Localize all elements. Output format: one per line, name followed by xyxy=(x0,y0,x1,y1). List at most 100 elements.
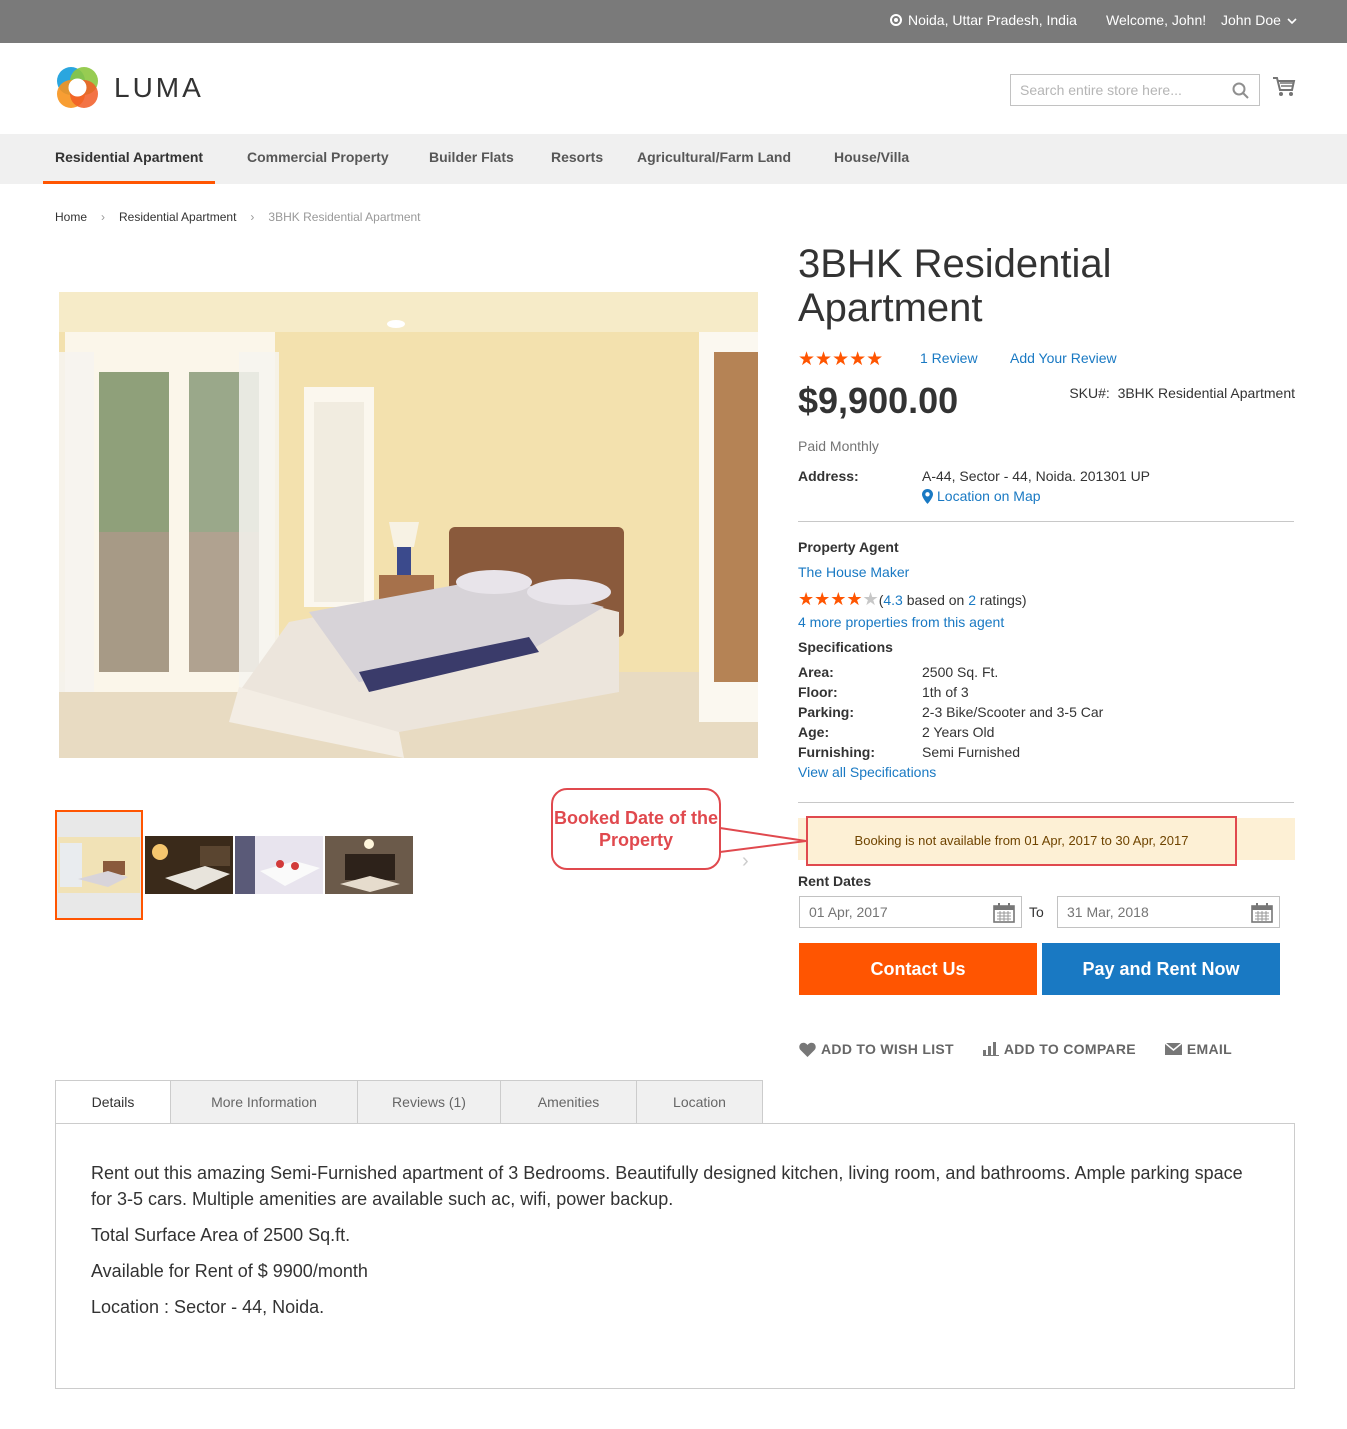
thumbnail-2[interactable] xyxy=(145,836,233,894)
thumbnail-image xyxy=(325,836,413,894)
logo-text: LUMA xyxy=(114,71,204,103)
product-title: 3BHK Residential Apartment xyxy=(798,242,1112,330)
heart-icon xyxy=(799,1042,816,1057)
wishlist-label: ADD TO WISH LIST xyxy=(821,1041,954,1057)
view-all-specifications-link[interactable]: View all Specifications xyxy=(798,764,936,780)
breadcrumb-current: 3BHK Residential Apartment xyxy=(268,210,421,224)
email-label: EMAIL xyxy=(1186,1041,1232,1057)
cart-icon[interactable] xyxy=(1272,76,1296,98)
rent-to-input[interactable] xyxy=(1058,897,1238,927)
thumbnail-image xyxy=(145,836,233,894)
welcome-message: Welcome, John! xyxy=(1106,12,1207,28)
breadcrumb-separator-icon: › xyxy=(250,210,255,224)
address-value: A-44, Sector - 44, Noida. 201301 UP xyxy=(922,468,1151,484)
spec-value: 2500 Sq. Ft. xyxy=(922,664,999,680)
property-agent-heading: Property Agent xyxy=(798,539,899,555)
details-panel: Rent out this amazing Semi-Furnished apa… xyxy=(55,1123,1295,1389)
agent-stars-icon: ★★★★ xyxy=(798,589,863,609)
contact-us-button[interactable]: Contact Us xyxy=(799,943,1037,995)
customer-name: John Doe xyxy=(1221,12,1281,28)
search-box xyxy=(1010,74,1260,106)
product-actions: ADD TO WISH LIST ADD TO COMPARE EMAIL xyxy=(799,1041,1261,1057)
calendar-icon[interactable] xyxy=(993,903,1015,923)
spec-value: 2 Years Old xyxy=(922,724,995,740)
tab-reviews[interactable]: Reviews (1) xyxy=(358,1080,501,1124)
breadcrumb: Home › Residential Apartment › 3BHK Resi… xyxy=(55,210,421,224)
thumbnail-1[interactable] xyxy=(55,810,143,920)
rent-dates-label: Rent Dates xyxy=(798,873,872,889)
add-review-link[interactable]: Add Your Review xyxy=(1010,350,1117,366)
spec-key: Furnishing: xyxy=(798,744,875,760)
booked-date-callout: Booked Date of the Property xyxy=(551,788,721,870)
nav-item-house-villa[interactable]: House/Villa xyxy=(822,134,921,184)
email-link[interactable]: EMAIL xyxy=(1164,1041,1232,1057)
thumbnail-3[interactable] xyxy=(235,836,323,894)
nav-item-resorts[interactable]: Resorts xyxy=(539,134,615,184)
location-pin-icon xyxy=(890,14,902,26)
agent-rating-count[interactable]: 2 xyxy=(968,592,976,608)
calendar-icon[interactable] xyxy=(1251,903,1273,923)
spec-key: Area: xyxy=(798,664,834,680)
breadcrumb-home[interactable]: Home xyxy=(55,210,87,224)
luma-logo-icon xyxy=(57,67,98,108)
tab-more-information[interactable]: More Information xyxy=(171,1080,358,1124)
chevron-down-icon xyxy=(1287,18,1297,25)
thumbnail-image xyxy=(58,837,140,893)
agent-rating: ★★★★ ★ (4.3 based on 2 ratings) xyxy=(798,589,1027,610)
sku-value: 3BHK Residential Apartment xyxy=(1117,385,1295,401)
spec-key: Floor: xyxy=(798,684,838,700)
location-selector[interactable]: Noida, Uttar Pradesh, India xyxy=(890,12,1077,28)
specifications-heading: Specifications xyxy=(798,639,893,655)
agent-rating-mid: based on xyxy=(902,591,969,608)
logo[interactable]: LUMA xyxy=(55,65,204,110)
thumbnail-gallery xyxy=(55,810,415,920)
sku-label: SKU#: xyxy=(1069,385,1110,401)
main-navigation: Residential Apartment Commercial Propert… xyxy=(0,134,1347,184)
gallery-next-icon[interactable]: › xyxy=(742,850,749,873)
agent-rating-value[interactable]: 4.3 xyxy=(883,592,902,608)
tab-details[interactable]: Details xyxy=(55,1080,171,1124)
tab-amenities[interactable]: Amenities xyxy=(501,1080,637,1124)
search-input[interactable] xyxy=(1011,75,1221,105)
to-label: To xyxy=(1029,904,1044,920)
rent-from-date-field xyxy=(799,896,1022,928)
rent-to-date-field xyxy=(1057,896,1280,928)
breadcrumb-separator-icon: › xyxy=(101,210,106,224)
nav-item-agricultural-farm-land[interactable]: Agricultural/Farm Land xyxy=(625,134,803,184)
agent-star-empty-icon: ★ xyxy=(862,589,879,609)
details-paragraph: Rent out this amazing Semi-Furnished apa… xyxy=(91,1163,1243,1209)
divider xyxy=(798,521,1294,522)
add-to-compare-link[interactable]: ADD TO COMPARE xyxy=(982,1041,1136,1057)
add-to-wishlist-link[interactable]: ADD TO WISH LIST xyxy=(799,1041,954,1057)
envelope-icon xyxy=(1164,1043,1182,1055)
nav-item-builder-flats[interactable]: Builder Flats xyxy=(417,134,526,184)
search-icon[interactable] xyxy=(1232,82,1249,99)
thumbnail-image xyxy=(235,836,323,894)
location-text: Noida, Uttar Pradesh, India xyxy=(908,12,1077,28)
pay-and-rent-button[interactable]: Pay and Rent Now xyxy=(1042,943,1280,995)
payment-frequency: Paid Monthly xyxy=(798,438,879,454)
divider xyxy=(798,802,1294,803)
agent-name-link[interactable]: The House Maker xyxy=(798,564,909,580)
location-on-map-link[interactable]: Location on Map xyxy=(922,488,1041,504)
spec-key: Parking: xyxy=(798,704,855,720)
tab-location[interactable]: Location xyxy=(637,1080,763,1124)
product-sku: SKU#: 3BHK Residential Apartment xyxy=(1069,385,1295,401)
rent-from-input[interactable] xyxy=(800,897,980,927)
address-label: Address: xyxy=(798,468,859,484)
customer-menu[interactable]: John Doe xyxy=(1221,12,1297,28)
spec-value: Semi Furnished xyxy=(922,744,1021,760)
booking-unavailable-notice: Booking is not available from 01 Apr, 20… xyxy=(806,816,1237,866)
agent-more-properties-link[interactable]: 4 more properties from this agent xyxy=(798,614,1004,630)
product-main-image[interactable] xyxy=(59,292,758,758)
spec-key: Age: xyxy=(798,724,830,740)
product-price: $9,900.00 xyxy=(798,380,959,421)
product-tabs: Details More Information Reviews (1) Ame… xyxy=(55,1080,763,1124)
thumbnail-4[interactable] xyxy=(325,836,413,894)
nav-item-residential-apartment[interactable]: Residential Apartment xyxy=(43,134,216,184)
spec-value: 2-3 Bike/Scooter and 3-5 Car xyxy=(922,704,1104,720)
reviews-link[interactable]: 1 Review xyxy=(920,350,978,366)
details-paragraph: Available for Rent of $ 9900/month xyxy=(91,1261,368,1281)
nav-item-commercial-property[interactable]: Commercial Property xyxy=(235,134,401,184)
breadcrumb-category[interactable]: Residential Apartment xyxy=(119,210,236,224)
